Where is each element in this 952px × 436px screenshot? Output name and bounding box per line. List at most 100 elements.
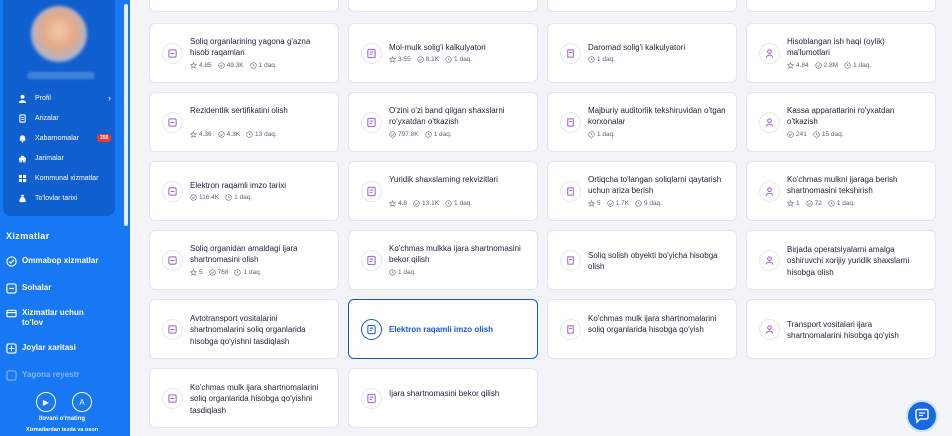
service-card-partial[interactable] (348, 0, 538, 12)
nav-places-map[interactable]: Joylar xaritasi (6, 343, 118, 354)
nav-label: Ommabop xizmatlar (22, 256, 99, 265)
bell-icon (17, 133, 27, 143)
service-title: Ko'chmas mulk ijara shartnomalarini soli… (588, 314, 717, 335)
service-card[interactable]: Ko'chmas mulk ijara shartnomalarini soli… (547, 299, 737, 359)
service-card[interactable]: Yuridik shaxslarning rekvizitlari 4.8 13.1… (348, 161, 538, 221)
menu-item-fines[interactable]: Jarimalar (17, 150, 115, 166)
service-icon (162, 388, 183, 409)
service-icon (759, 112, 780, 133)
service-card-partial[interactable] (149, 0, 339, 12)
clock-icon (844, 61, 851, 69)
service-title: Soliq solish obyekti bo'yicha hisobga ol… (588, 251, 718, 272)
nav-service-payment[interactable]: Xizmatlar uchun to'lov (6, 308, 118, 328)
menu-item-applications[interactable]: Arizalar (17, 110, 115, 126)
clock-icon (445, 199, 452, 207)
service-icon (162, 43, 183, 64)
app-store-icon[interactable]: A (72, 392, 92, 412)
service-card[interactable]: Ortiqcha to'langan soliqlarni qaytarish … (547, 161, 737, 221)
service-card-partial[interactable] (547, 0, 737, 12)
duration: 1 daq. (445, 56, 472, 63)
service-card[interactable]: O'zini o'zi band qilgan shaxslarni ro'yx… (348, 92, 538, 152)
service-card[interactable]: Ijara shartnomasini bekor qilish (348, 368, 538, 428)
service-icon (560, 43, 581, 64)
service-card[interactable]: Elektron raqamli imzo olish (348, 299, 538, 359)
service-card[interactable]: Elektron raqamli imzo tarixi 116.4K 1 daq. (149, 161, 339, 221)
check-icon (209, 268, 216, 276)
card-icon (6, 308, 17, 319)
service-card[interactable]: Daromad solig'i kalkulyatori 1 daq. (547, 23, 737, 83)
service-icon (361, 43, 382, 64)
service-title: Daromad solig'i kalkulyatori (588, 43, 686, 52)
google-play-icon[interactable]: ▶ (36, 392, 56, 412)
check-icon (607, 199, 614, 207)
nav-label: Xizmatlar uchun to'lov (22, 308, 84, 327)
check-icon (413, 199, 420, 207)
service-icon (162, 319, 183, 340)
service-icon (361, 388, 382, 409)
nav-label: Yagona reyestr (22, 370, 80, 379)
service-meta: 3.55 8.1K 1 daq. (389, 56, 478, 63)
clock-icon (234, 268, 242, 276)
rating: 3.55 (389, 56, 411, 63)
service-card[interactable]: Rezidentlik sertifikatini olish 4.36 4.3K 1… (149, 92, 339, 152)
service-card[interactable]: Kassa apparatlarini ro'yxatdan o'tkazish… (746, 92, 936, 152)
nav-unified-registry[interactable]: Yagona reyestr (6, 370, 118, 381)
star-icon (787, 199, 794, 207)
menu-item-notifications[interactable]: Xabarnomalar 358 (17, 130, 115, 146)
sidebar-scrollbar-thumb[interactable] (124, 4, 128, 226)
grid-icon (17, 173, 27, 183)
service-title: O'zini o'zi band qilgan shaxslarni ro'yx… (389, 106, 505, 127)
service-card[interactable]: Birjada operatsiyalarni amalga oshiruvch… (746, 230, 936, 290)
service-meta: 4.8 13.1K 1 daq. (389, 199, 478, 207)
service-card[interactable]: Soliq organidan amaldagi ijara shartnoma… (149, 230, 339, 290)
menu-item-utilities[interactable]: Kommunal xizmatlar (17, 170, 115, 186)
service-meta: 5 768 1 daq. (190, 268, 268, 276)
service-card-partial[interactable] (746, 0, 936, 12)
views: 1.7K (607, 200, 629, 207)
service-card[interactable]: Transport vositalari ijara shartnomalari… (746, 299, 936, 359)
views: 13.1K (413, 200, 439, 207)
check-icon (806, 199, 813, 207)
service-title: Birjada operatsiyalarni amalga oshiruvch… (787, 245, 910, 277)
chat-icon (915, 408, 929, 424)
service-card[interactable]: Mol-mulk solig'i kalkulyatori 3.55 8.1K 1 d… (348, 23, 538, 83)
install-app-title: Ilovani o'rnating (38, 416, 86, 422)
clock-icon (225, 194, 232, 201)
rating: 4.8 (389, 199, 407, 207)
check-icon (218, 130, 225, 138)
views: 768 (209, 268, 228, 276)
menu-label: Kommunal xizmatlar (35, 174, 99, 182)
menu-item-profile[interactable]: Profil › (17, 90, 115, 106)
duration: 1 daq. (588, 56, 615, 63)
check-icon (218, 61, 225, 69)
service-card[interactable]: Ko'chmas mulkni ijaraga berish shartnoma… (746, 161, 936, 221)
service-title: Majburiy auditorlik tekshiruvidan o'tgan… (588, 106, 726, 127)
chat-button[interactable] (906, 400, 938, 432)
rating: 4.36 (190, 130, 212, 138)
nav-popular-services[interactable]: Ommabop xizmatlar (6, 256, 118, 267)
star-icon (190, 268, 197, 276)
service-card[interactable]: Ko'chmas mulkka ijara shartnomasini beko… (348, 230, 538, 290)
clock-icon (813, 130, 820, 138)
service-card[interactable]: Hisoblangan ish haqi (oylik) ma'lumotlar… (746, 23, 936, 83)
service-card[interactable]: Ko'chmas mulk ijara shartnomalarini soli… (149, 368, 339, 428)
service-meta: 1 72 1 daq. (787, 199, 861, 207)
star-icon (389, 56, 396, 64)
avatar[interactable] (31, 6, 87, 62)
service-card[interactable]: Soliq organlarining yagona g'azna hisob … (149, 23, 339, 83)
service-icon (560, 319, 581, 340)
service-card[interactable]: Avtotransport vositalarini shartnomalari… (149, 299, 339, 359)
notification-count-badge: 358 (97, 134, 112, 142)
duration: 1 daq. (234, 268, 262, 276)
clock-icon (588, 130, 595, 138)
service-title: Elektron raqamli imzo tarixi (190, 181, 287, 190)
service-card[interactable]: Soliq solish obyekti bo'yicha hisobga ol… (547, 230, 737, 290)
rating: 1 (787, 199, 800, 207)
clock-icon (389, 268, 396, 276)
menu-item-payment-history[interactable]: To'lovlar tarixi (17, 190, 115, 206)
clock-icon (445, 56, 452, 63)
nav-sectors[interactable]: Sohalar (6, 283, 118, 294)
rating: 5 (190, 268, 203, 276)
service-meta: 4.36 4.3K 13 daq. (190, 130, 283, 138)
service-card[interactable]: Majburiy auditorlik tekshiruvidan o'tgan… (547, 92, 737, 152)
